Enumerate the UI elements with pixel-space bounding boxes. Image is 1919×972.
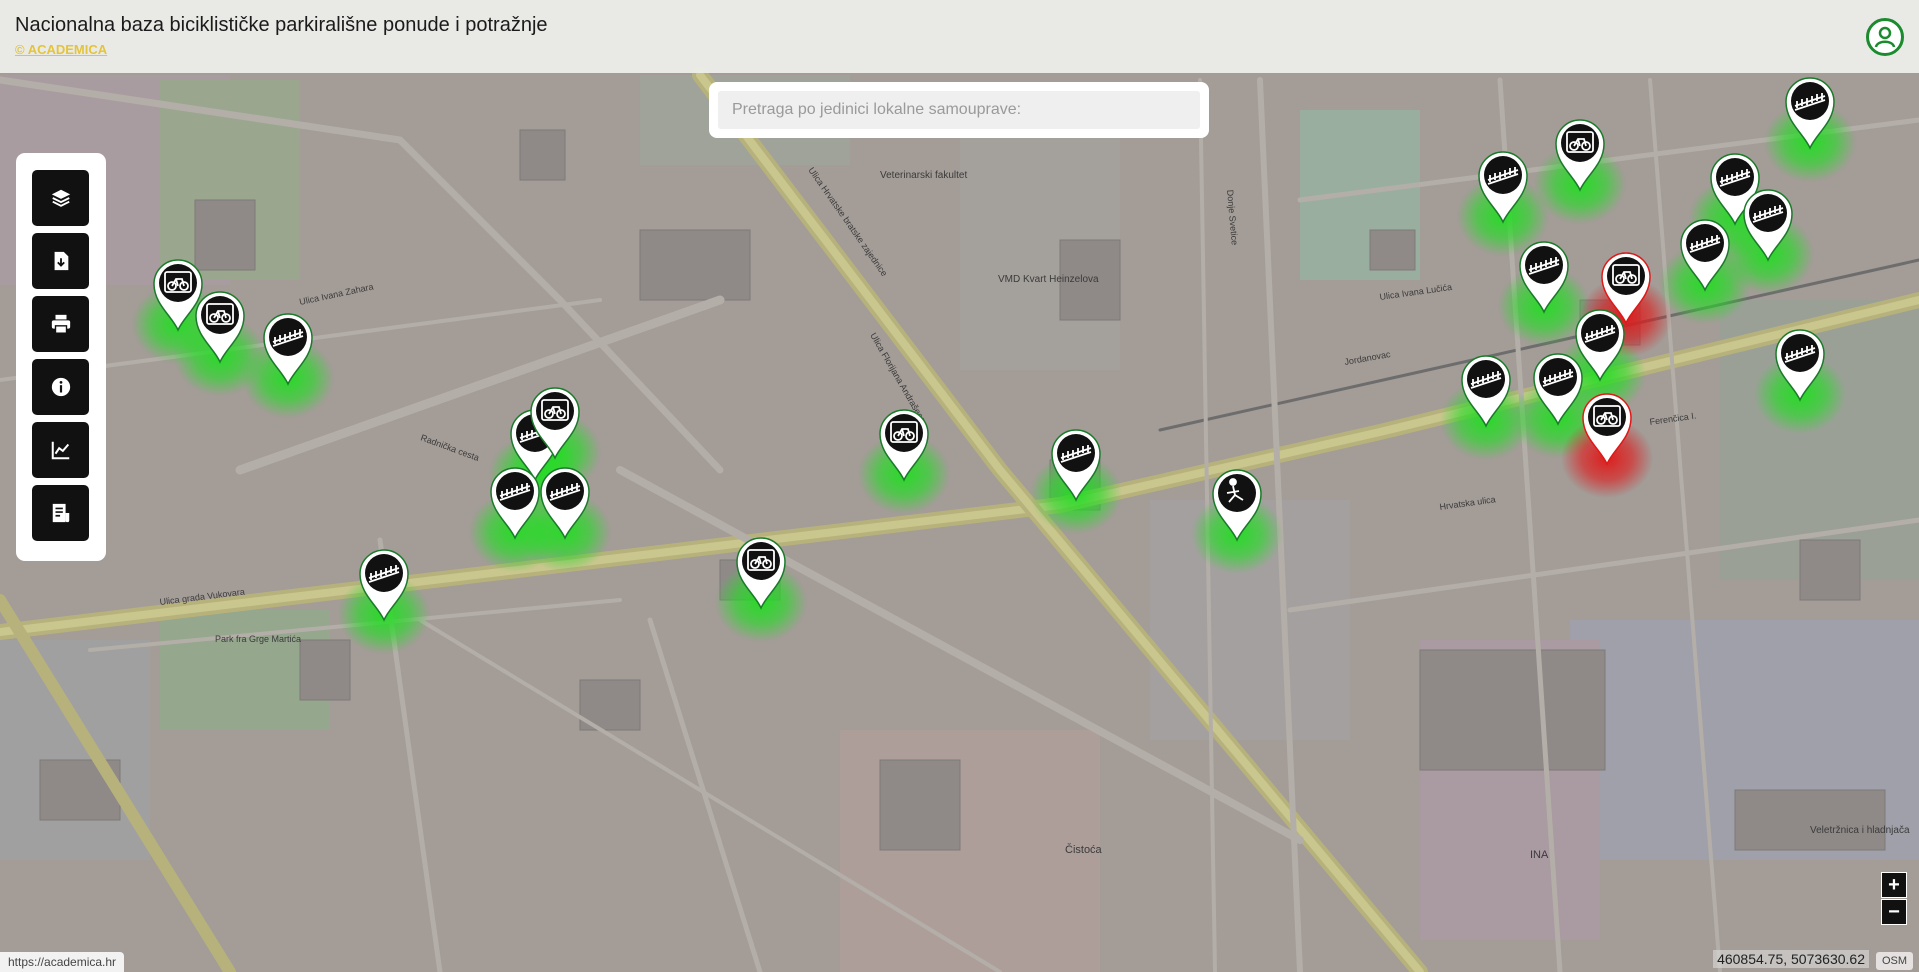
brand-link[interactable]: © ACADEMICA — [15, 42, 107, 57]
area-label: Čistoća — [1065, 843, 1103, 856]
map-canvas[interactable]: Ulica grada Vukovara Radnička cesta Ulic… — [0, 0, 1919, 972]
statistics-button[interactable] — [32, 422, 89, 478]
layers-icon — [51, 189, 71, 207]
download-icon — [54, 251, 69, 271]
chart-icon — [51, 441, 70, 460]
report-icon — [52, 503, 70, 523]
area-label: VMD Kvart Heinzelova — [998, 274, 1099, 285]
map-toolbar — [16, 153, 106, 561]
print-button[interactable] — [32, 296, 89, 352]
report-button[interactable] — [32, 485, 89, 541]
print-icon — [51, 314, 71, 334]
user-icon — [1874, 26, 1896, 48]
status-url: https://academica.hr — [0, 952, 125, 972]
area-label: Veletržnica i hladnjača — [1810, 825, 1910, 836]
area-label: Veterinarski fakultet — [880, 170, 967, 181]
app: Ulica grada Vukovara Radnička cesta Ulic… — [0, 0, 1919, 972]
info-button[interactable] — [32, 359, 89, 415]
info-icon — [51, 377, 71, 397]
layers-button[interactable] — [32, 170, 89, 226]
zoom-out-button[interactable]: − — [1881, 899, 1907, 925]
zoom-in-button[interactable]: + — [1881, 872, 1907, 898]
download-button[interactable] — [32, 233, 89, 289]
municipality-search-input[interactable] — [718, 91, 1200, 129]
area-label: INA — [1530, 849, 1549, 861]
user-account-button[interactable] — [1866, 18, 1904, 56]
coordinate-readout: 460854.75, 5073630.62 — [1713, 950, 1869, 968]
header-bar: Nacionalna baza biciklističke parkirališ… — [0, 0, 1919, 73]
page-title: Nacionalna baza biciklističke parkirališ… — [15, 14, 548, 36]
search-panel — [709, 82, 1209, 138]
area-label: Park fra Grge Martića — [215, 634, 301, 644]
osm-attribution-button[interactable]: OSM — [1875, 952, 1913, 970]
